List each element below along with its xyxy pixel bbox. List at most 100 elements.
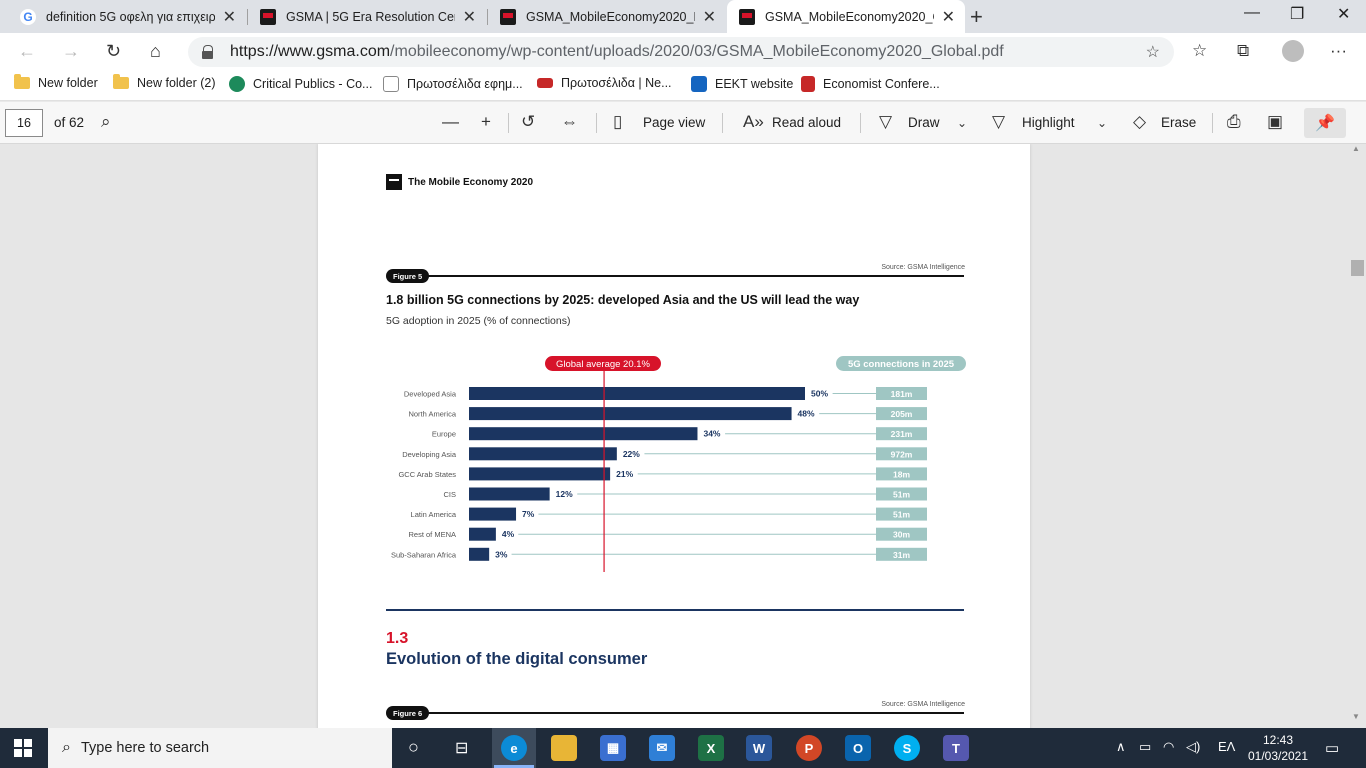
scroll-up-arrow-icon[interactable]: ▲ — [1352, 144, 1360, 153]
value-label: 3% — [495, 549, 508, 559]
search-placeholder: Type here to search — [80, 740, 210, 756]
pdf-toolbar: 16 of 62 ⌕ — + ↺ ⇔ ▯ Page view A» Read a… — [0, 102, 1366, 144]
file-explorer-icon[interactable] — [551, 735, 577, 761]
add-favorite-icon[interactable]: ☆ — [1146, 42, 1160, 62]
page-view-button[interactable]: Page view — [643, 115, 705, 130]
new-tab-icon[interactable]: + — [970, 4, 983, 30]
windows-start-icon[interactable] — [14, 739, 32, 757]
input-language[interactable]: ΕΛ — [1218, 739, 1235, 754]
profile-avatar[interactable] — [1282, 40, 1304, 62]
close-tab-icon[interactable]: ✕ — [463, 7, 476, 27]
highlight-icon[interactable]: ▽ — [992, 112, 1005, 132]
url-text[interactable]: https://www.gsma.com/mobileeconomy/wp-co… — [230, 43, 1004, 61]
restore-icon[interactable]: ❐ — [1290, 4, 1304, 24]
tab-strip: G definition 5G οφελη για επιχειρήσ ✕ GS… — [0, 0, 1366, 33]
figure-source: Source: GSMA Intelligence — [881, 701, 965, 708]
search-icon: ⌕ — [62, 739, 71, 756]
home-icon[interactable]: ⌂ — [150, 41, 161, 62]
store-icon[interactable]: ▦ — [600, 735, 626, 761]
lock-icon[interactable] — [202, 45, 214, 59]
close-window-icon[interactable]: ✕ — [1337, 4, 1350, 24]
category-label: GCC Arab States — [398, 470, 456, 479]
erase-button[interactable]: Erase — [1161, 115, 1196, 130]
gsma-icon — [739, 8, 755, 25]
highlight-button[interactable]: Highlight — [1022, 115, 1075, 130]
browser-tab-1[interactable]: G definition 5G οφελη για επιχειρήσ ✕ — [8, 0, 246, 33]
value-label: 7% — [522, 509, 535, 519]
battery-icon[interactable]: ▭ — [1139, 739, 1151, 755]
show-hidden-icons-icon[interactable]: ∧ — [1116, 739, 1126, 755]
rotate-icon[interactable]: ↺ — [521, 112, 535, 132]
eraser-icon[interactable]: ◇ — [1133, 112, 1146, 132]
tab-title: GSMA_MobileEconomy2020_Euro — [526, 9, 695, 24]
pin-toolbar-icon[interactable]: 📌 — [1304, 108, 1346, 138]
draw-button[interactable]: Draw — [908, 115, 940, 130]
toolbar-divider — [508, 113, 509, 133]
collections-icon[interactable]: ⧉ — [1237, 41, 1249, 61]
category-label: Developing Asia — [402, 450, 457, 459]
bookmark-folder[interactable]: New folder (2) — [113, 74, 216, 90]
back-icon[interactable]: ← — [18, 41, 36, 62]
word-icon[interactable]: W — [746, 735, 772, 761]
notifications-icon[interactable]: ▭ — [1325, 739, 1339, 757]
excel-icon[interactable]: X — [698, 735, 724, 761]
forward-icon[interactable]: → — [62, 41, 80, 62]
bookmark-link[interactable]: Critical Publics - Co... — [229, 76, 372, 92]
more-menu-icon[interactable]: ··· — [1330, 41, 1347, 61]
teams-icon[interactable]: T — [943, 735, 969, 761]
draw-options-chevron-icon[interactable]: ⌄ — [957, 116, 967, 130]
outlook-icon[interactable]: O — [845, 735, 871, 761]
browser-tab-2[interactable]: GSMA | 5G Era Resolution Centre ✕ — [248, 0, 486, 33]
page-number-input[interactable]: 16 — [5, 109, 43, 137]
search-icon[interactable]: ⌕ — [101, 112, 111, 132]
volume-icon[interactable]: ◁) — [1186, 739, 1200, 755]
draw-icon[interactable]: ▽ — [879, 112, 892, 132]
url-field[interactable]: https://www.gsma.com/mobileeconomy/wp-co… — [188, 37, 1174, 67]
windows-taskbar: ⌕ Type here to search ○ ⊟ e ▦ ✉ X W P O … — [0, 728, 1366, 768]
bar — [469, 527, 496, 541]
close-tab-icon[interactable]: ✕ — [223, 7, 236, 27]
bookmark-link[interactable]: Πρωτοσέλιδα | Ne... — [537, 76, 672, 90]
scrollbar-thumb[interactable] — [1351, 260, 1364, 276]
site-icon — [229, 76, 245, 92]
category-label: North America — [408, 410, 456, 419]
toolbar-divider — [596, 113, 597, 133]
bookmark-link[interactable]: Πρωτοσέλιδα εφημ... — [383, 76, 523, 92]
minimize-icon[interactable]: — — [1244, 4, 1260, 22]
browser-tab-3[interactable]: GSMA_MobileEconomy2020_Euro ✕ — [488, 0, 726, 33]
zoom-out-icon[interactable]: — — [442, 112, 459, 132]
close-tab-icon[interactable]: ✕ — [942, 7, 955, 27]
print-icon[interactable]: ⎙ — [1227, 112, 1241, 132]
toolbar-divider — [860, 113, 861, 133]
browser-tab-4-active[interactable]: GSMA_MobileEconomy2020_Glob ✕ — [727, 0, 965, 33]
skype-icon[interactable]: S — [894, 735, 920, 761]
page-view-icon[interactable]: ▯ — [613, 112, 622, 132]
mail-icon[interactable]: ✉ — [649, 735, 675, 761]
address-bar-row: ← → ↻ ⌂ https://www.gsma.com/mobileecono… — [0, 33, 1366, 71]
taskbar-clock[interactable]: 12:43 01/03/2021 — [1246, 732, 1310, 764]
cortana-icon[interactable]: ○ — [408, 737, 419, 758]
scroll-down-arrow-icon[interactable]: ▼ — [1352, 712, 1360, 721]
task-view-icon[interactable]: ⊟ — [455, 738, 468, 758]
close-tab-icon[interactable]: ✕ — [703, 7, 716, 27]
bookmark-link[interactable]: EEKT website — [691, 76, 793, 92]
pdf-viewer[interactable]: The Mobile Economy 2020 Figure 5 Source:… — [0, 144, 1366, 728]
edge-icon[interactable]: e — [501, 735, 527, 761]
bar — [469, 427, 698, 441]
read-aloud-icon[interactable]: A» — [743, 112, 764, 132]
powerpoint-icon[interactable]: P — [796, 735, 822, 761]
fit-width-icon[interactable]: ⇔ — [561, 112, 578, 132]
bar — [469, 447, 617, 461]
connections-label: 30m — [893, 530, 910, 540]
bookmark-link[interactable]: Economist Confere... — [801, 76, 940, 92]
read-aloud-button[interactable]: Read aloud — [772, 115, 841, 130]
favorites-icon[interactable]: ☆ — [1192, 41, 1207, 61]
refresh-icon[interactable]: ↻ — [106, 41, 121, 62]
wifi-icon[interactable]: ◠ — [1163, 739, 1174, 755]
bookmark-folder[interactable]: New folder — [14, 74, 98, 90]
zoom-in-icon[interactable]: + — [481, 112, 491, 132]
category-label: Europe — [432, 430, 456, 439]
taskbar-search-box[interactable]: ⌕ Type here to search — [48, 728, 392, 768]
highlight-options-chevron-icon[interactable]: ⌄ — [1097, 116, 1107, 130]
save-icon[interactable]: ▣ — [1267, 112, 1283, 132]
